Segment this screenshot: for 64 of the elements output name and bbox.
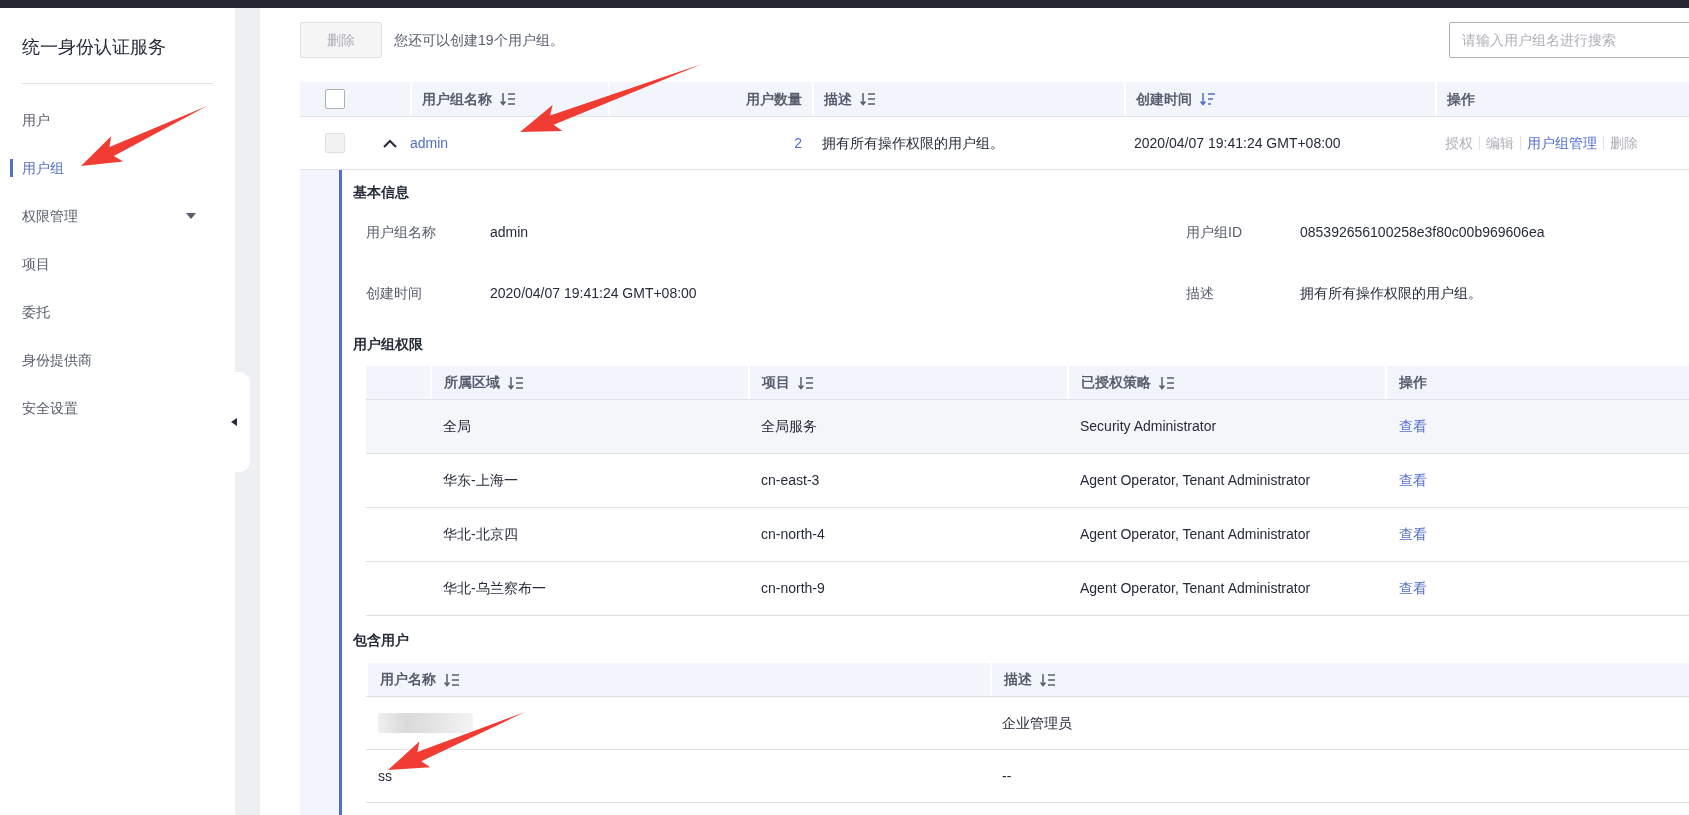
table-cell: Security Administrator <box>1080 418 1217 434</box>
table-cell: Agent Operator, Tenant Administrator <box>1080 580 1311 596</box>
column-header: 用户组名称 <box>422 89 492 109</box>
field-label: 用户组ID <box>1186 224 1242 240</box>
sort-icon[interactable] <box>508 375 524 390</box>
field-label: 创建时间 <box>366 285 422 301</box>
section-title: 包含用户 <box>353 631 410 650</box>
sidebar-item[interactable]: 权限管理 <box>0 192 216 240</box>
sidebar-item[interactable]: 安全设置 <box>0 384 216 432</box>
sidebar-item[interactable]: 用户组 <box>0 144 216 192</box>
checkbox[interactable] <box>325 89 345 109</box>
table-cell: 全局 <box>443 418 471 434</box>
field-value: 拥有所有操作权限的用户组。 <box>1300 285 1482 301</box>
column-header: 已授权策略 <box>1081 373 1151 392</box>
column-header: 用户名称 <box>380 670 436 689</box>
column-header: 操作 <box>1399 373 1427 392</box>
table-cell: cn-east-3 <box>761 472 820 488</box>
view-link[interactable]: 查看 <box>1399 418 1427 434</box>
field-label: 用户组名称 <box>366 224 436 240</box>
table-cell: 拥有所有操作权限的用户组。 <box>822 134 1004 151</box>
section-title: 基本信息 <box>353 183 410 202</box>
field-value: 2020/04/07 19:41:24 GMT+08:00 <box>490 285 697 301</box>
view-link[interactable]: 查看 <box>1399 472 1427 488</box>
column-header: 用户数量 <box>746 89 802 109</box>
sort-icon[interactable] <box>860 92 876 106</box>
table-cell: 华北-北京四 <box>443 526 518 542</box>
sort-icon[interactable] <box>500 92 516 106</box>
table-cell: cn-north-9 <box>761 580 825 596</box>
table-cell: 华东-上海一 <box>443 472 518 488</box>
sidebar-item[interactable]: 用户 <box>0 96 216 144</box>
collapse-icon <box>231 418 237 426</box>
sidebar-title: 统一身份认证服务 <box>21 36 167 59</box>
table-cell: 2020/04/07 19:41:24 GMT+08:00 <box>1134 134 1341 151</box>
column-header: 创建时间 <box>1136 89 1192 109</box>
column-header: 描述 <box>1004 670 1032 689</box>
sort-icon[interactable] <box>1200 92 1216 106</box>
sidebar-item[interactable]: 身份提供商 <box>0 336 216 384</box>
field-value: 085392656100258e3f80c00b969606ea <box>1300 224 1545 240</box>
view-link[interactable]: 查看 <box>1399 580 1427 596</box>
field-label: 描述 <box>1186 285 1214 301</box>
column-header: 操作 <box>1447 89 1475 109</box>
table-cell: -- <box>1002 767 1012 784</box>
column-header: 描述 <box>824 89 852 109</box>
sidebar-item[interactable]: 委托 <box>0 288 216 336</box>
table-cell: cn-north-4 <box>761 526 825 542</box>
sort-icon[interactable] <box>798 375 814 390</box>
sort-icon[interactable] <box>1159 375 1175 390</box>
table-cell: ss <box>378 767 392 784</box>
sort-icon[interactable] <box>444 672 460 687</box>
column-header: 项目 <box>762 373 790 392</box>
sidebar-item[interactable]: 项目 <box>0 240 216 288</box>
dropdown-icon <box>186 213 196 219</box>
table-cell: Agent Operator, Tenant Administrator <box>1080 526 1311 542</box>
column-header: 所属区域 <box>444 373 500 392</box>
sort-icon[interactable] <box>1040 672 1056 687</box>
view-link[interactable]: 查看 <box>1399 526 1427 542</box>
section-title: 用户组权限 <box>353 335 424 354</box>
table-cell: 企业管理员 <box>1002 714 1072 731</box>
search-field[interactable]: 请输入用户组名进行搜索 <box>1449 22 1689 58</box>
table-cell: Agent Operator, Tenant Administrator <box>1080 472 1311 488</box>
table-cell: 全局服务 <box>761 418 817 434</box>
field-value: admin <box>490 224 529 240</box>
quota-text: 您还可以创建19个用户组。 <box>394 30 564 50</box>
table-cell: 华北-乌兰察布一 <box>443 580 546 596</box>
